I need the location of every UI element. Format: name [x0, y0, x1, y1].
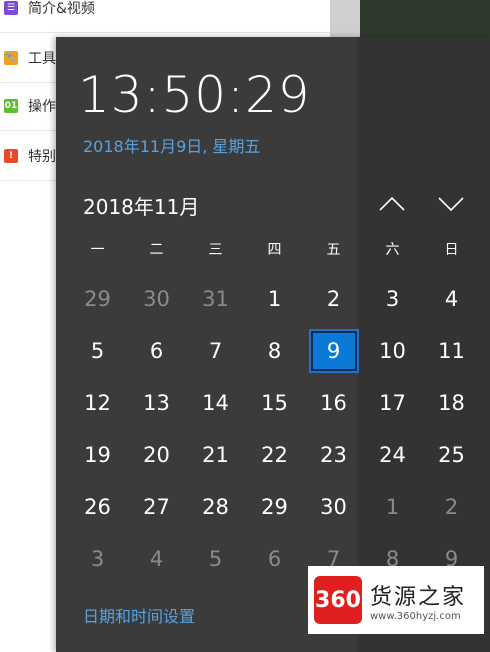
exclamation-icon: ! [4, 149, 18, 163]
calendar-day[interactable]: 1 [245, 273, 304, 325]
calendar-flyout: 13:50:29 2018年11月9日, 星期五 2018年11月 一 二 三 四 五 六… [56, 37, 490, 652]
background-sidebar-label: 特别 [28, 149, 56, 165]
watermark-logo: 360 [314, 576, 362, 624]
calendar-day[interactable]: 30 [304, 481, 363, 533]
weekday-label: 六 [385, 242, 400, 258]
calendar-day[interactable]: 14 [186, 377, 245, 429]
calendar-day[interactable]: 3 [363, 273, 422, 325]
calendar-day[interactable]: 10 [363, 325, 422, 377]
calendar-day[interactable]: 26 [68, 481, 127, 533]
calendar-day[interactable]: 28 [186, 481, 245, 533]
calendar-day[interactable]: 5 [186, 533, 245, 585]
calendar-day[interactable]: 2 [304, 273, 363, 325]
purple-square-icon: ☰ [4, 1, 18, 15]
calendar-day[interactable]: 29 [68, 273, 127, 325]
month-title[interactable]: 2018年11月 [83, 191, 199, 220]
calendar-day[interactable]: 22 [245, 429, 304, 481]
chevron-up-icon [379, 196, 405, 211]
calendar-day[interactable]: 2 [422, 481, 481, 533]
calendar-day[interactable]: 23 [304, 429, 363, 481]
calendar-day[interactable]: 6 [245, 533, 304, 585]
calendar-day[interactable]: 15 [245, 377, 304, 429]
background-scrollbar [330, 0, 360, 40]
calendar-day[interactable]: 24 [363, 429, 422, 481]
weekday-label: 日 [444, 242, 459, 258]
background-sidebar-item: 01 操作 [0, 94, 56, 118]
weekday-label: 三 [208, 242, 223, 258]
background-sidebar-label: 简介&视频 [28, 1, 95, 17]
chevron-down-icon [438, 197, 464, 212]
background-sidebar-label: 工具 [28, 51, 56, 67]
calendar-day[interactable]: 21 [186, 429, 245, 481]
weekday-label: 一 [90, 242, 105, 258]
calendar-day[interactable]: 16 [304, 377, 363, 429]
next-month-button[interactable] [437, 191, 465, 217]
calendar-day[interactable]: 30 [127, 273, 186, 325]
calendar-day[interactable]: 29 [245, 481, 304, 533]
weekday-label: 二 [149, 242, 164, 258]
calendar-day[interactable]: 6 [127, 325, 186, 377]
clock-time: 13:50:29 [78, 66, 311, 124]
previous-month-button[interactable] [378, 191, 406, 217]
today-highlight: 9 [308, 329, 359, 373]
calendar-day[interactable]: 7 [186, 325, 245, 377]
weekday-header: 一二三四五六日 [68, 239, 481, 263]
calendar-day-grid: 29 30 31 1 2 3 4 5 6 7 8 9 10 11 12 13 14 15 16 17 18 19 20 21 2… [68, 273, 481, 585]
calendar-day[interactable]: 5 [68, 325, 127, 377]
background-sidebar-item: 🔧 工具 [0, 46, 56, 70]
watermark-text: 货源之家 www.360hyzj.com [370, 579, 466, 622]
number-01-icon: 01 [4, 99, 18, 113]
watermark-brand: 货源之家 [370, 584, 467, 610]
calendar-day[interactable]: 13 [127, 377, 186, 429]
calendar-day[interactable]: 12 [68, 377, 127, 429]
calendar-day[interactable]: 8 [245, 325, 304, 377]
background-sidebar-label: 操作 [28, 99, 56, 115]
calendar-day[interactable]: 1 [363, 481, 422, 533]
calendar-day[interactable]: 25 [422, 429, 481, 481]
watermark-url: www.360hyzj.com [370, 610, 461, 622]
calendar-day-today[interactable]: 9 [304, 325, 363, 377]
calendar-day[interactable]: 3 [68, 533, 127, 585]
background-sidebar-item: ! 特别 [0, 144, 56, 168]
calendar-day[interactable]: 31 [186, 273, 245, 325]
wrench-icon: 🔧 [4, 51, 18, 65]
calendar-day[interactable]: 20 [127, 429, 186, 481]
background-divider [0, 32, 330, 33]
calendar-day[interactable]: 11 [422, 325, 481, 377]
calendar-day[interactable]: 27 [127, 481, 186, 533]
calendar-day[interactable]: 17 [363, 377, 422, 429]
calendar-day[interactable]: 4 [127, 533, 186, 585]
site-watermark: 360 货源之家 www.360hyzj.com [308, 566, 484, 634]
calendar-day[interactable]: 18 [422, 377, 481, 429]
background-sidebar-item: ☰ 简介&视频 [0, 0, 95, 20]
date-time-settings-link[interactable]: 日期和时间设置 [83, 603, 195, 627]
calendar-day[interactable]: 19 [68, 429, 127, 481]
weekday-label: 四 [267, 242, 282, 258]
weekday-label: 五 [326, 242, 341, 258]
calendar-day[interactable]: 4 [422, 273, 481, 325]
long-date-link[interactable]: 2018年11月9日, 星期五 [83, 133, 260, 157]
